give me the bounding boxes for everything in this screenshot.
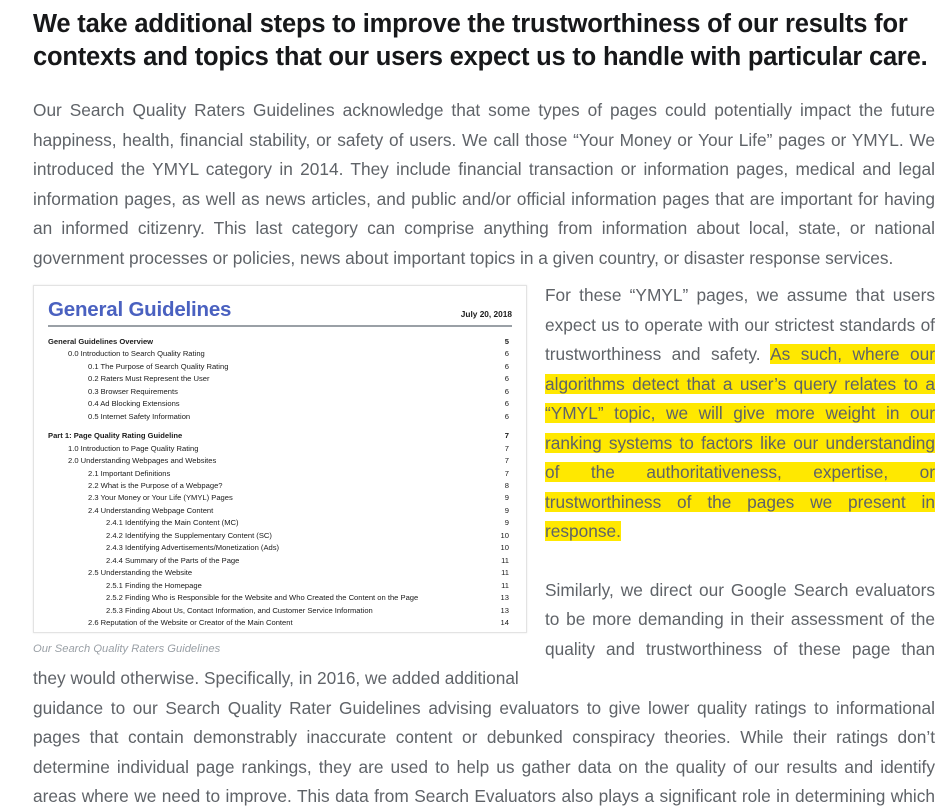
toc-entry-page: 7 — [504, 456, 509, 466]
document-title: General Guidelines — [48, 298, 232, 321]
toc-entry-label: 0.2 Raters Must Represent the User — [88, 374, 210, 384]
toc-entry-label: 2.4 Understanding Webpage Content — [88, 505, 214, 515]
toc-entry-page: 13 — [500, 605, 509, 615]
toc-entry-page: 6 — [504, 374, 509, 384]
document-header: General Guidelines July 20, 2018 — [48, 298, 512, 327]
toc-row: 0.5 Internet Safety Information 6 — [48, 411, 512, 423]
toc-entry-page: 10 — [500, 530, 509, 540]
toc-entry-page: 7 — [504, 443, 509, 453]
toc-entry-page: 6 — [504, 399, 509, 409]
toc-row: 2.0 Understanding Webpages and Websites 7 — [48, 455, 512, 467]
toc-row: Part 1: Page Quality Rating Guideline 7 — [48, 430, 512, 442]
toc-entry-page: 9 — [504, 518, 509, 528]
toc-entry-label: 2.5.3 Finding About Us, Contact Informat… — [106, 605, 373, 615]
toc-row: 0.0 Introduction to Search Quality Ratin… — [48, 348, 512, 360]
toc-row: 0.4 Ad Blocking Extensions 6 — [48, 398, 512, 410]
toc-row: 2.2 What is the Purpose of a Webpage? 8 — [48, 480, 512, 492]
toc-entry-label: 0.0 Introduction to Search Quality Ratin… — [68, 349, 205, 359]
toc-row: 2.6 Reputation of the Website or Creator… — [48, 617, 512, 629]
toc-entry-page: 8 — [504, 480, 509, 490]
toc-entry-page: 11 — [501, 580, 509, 590]
toc-entry-page: 6 — [504, 361, 509, 371]
toc-row: 0.1 The Purpose of Search Quality Rating… — [48, 361, 512, 373]
toc-entry-label: 1.0 Introduction to Page Quality Rating — [68, 443, 199, 453]
toc-row: General Guidelines Overview 5 — [48, 336, 512, 348]
toc-entry-page: 9 — [504, 493, 509, 503]
toc-entry-label: 2.3 Your Money or Your Life (YMYL) Pages — [88, 493, 233, 503]
toc-entry-label: 2.6 Reputation of the Website or Creator… — [88, 617, 293, 627]
toc-entry-page: 13 — [500, 593, 509, 603]
toc-entry-page: 7 — [504, 431, 509, 441]
toc-entry-page: 11 — [501, 568, 509, 578]
toc-row: 2.4.1 Identifying the Main Content (MC) 9 — [48, 517, 512, 529]
article-page: We take additional steps to improve the … — [0, 0, 949, 810]
toc-row: 2.5 Understanding the Website 11 — [48, 567, 512, 579]
toc-entry-label: 2.4.3 Identifying Advertisements/Monetiz… — [106, 543, 280, 553]
article-container: We take additional steps to improve the … — [33, 8, 935, 810]
figure-caption: Our Search Quality Raters Guidelines — [33, 643, 221, 655]
toc-entry-page: 14 — [500, 617, 509, 627]
toc-row: 2.4.2 Identifying the Supplementary Cont… — [48, 530, 512, 542]
toc-entry-label: 2.1 Important Definitions — [88, 468, 171, 478]
toc-row: 2.5.3 Finding About Us, Contact Informat… — [48, 605, 512, 617]
toc-entry-label: 0.4 Ad Blocking Extensions — [88, 399, 180, 409]
toc-entry-page: 6 — [504, 411, 509, 421]
toc-entry-label: 2.4.4 Summary of the Parts of the Page — [106, 555, 240, 565]
toc-entry-page: 7 — [504, 468, 509, 478]
page-title: We take additional steps to improve the … — [33, 10, 928, 71]
guidelines-figure: General Guidelines July 20, 2018 General… — [33, 285, 527, 657]
closing-paragraph: guidance to our Search Quality Rater Gui… — [33, 697, 935, 807]
toc-row: 2.3 Your Money or Your Life (YMYL) Pages… — [48, 492, 512, 504]
table-of-contents: General Guidelines Overview 5 0.0 Introduc… — [48, 336, 512, 629]
toc-entry-label: 2.5 Understanding the Website — [88, 568, 193, 578]
toc-entry-label: 2.4.2 Identifying the Supplementary Cont… — [106, 530, 272, 540]
toc-entry-page: 10 — [500, 543, 509, 553]
toc-entry-label: 2.0 Understanding Webpages and Websites — [68, 456, 217, 466]
highlighted-passage: As such, where our algorithms detect tha… — [545, 344, 935, 541]
toc-entry-label: 0.1 The Purpose of Search Quality Rating — [88, 361, 229, 371]
toc-entry-page: 5 — [504, 337, 509, 346]
intro-paragraph: Our Search Quality Raters Guidelines ack… — [33, 100, 935, 268]
toc-entry-label: Part 1: Page Quality Rating Guideline — [48, 431, 183, 441]
guidelines-screenshot: General Guidelines July 20, 2018 General… — [33, 285, 527, 633]
toc-entry-label: 2.4.1 Identifying the Main Content (MC) — [106, 518, 239, 528]
toc-row: 1.0 Introduction to Page Quality Rating 7 — [48, 443, 512, 455]
toc-entry-page: 11 — [501, 555, 509, 565]
toc-row: 0.3 Browser Requirements 6 — [48, 386, 512, 398]
toc-entry-page: 6 — [504, 349, 509, 359]
toc-entry-page: 6 — [504, 386, 509, 396]
toc-entry-label: 2.2 What is the Purpose of a Webpage? — [88, 480, 223, 490]
toc-entry-page: 9 — [504, 505, 509, 515]
toc-spacer — [48, 423, 512, 430]
toc-row: 2.4 Understanding Webpage Content 9 — [48, 505, 512, 517]
toc-row: 2.4.3 Identifying Advertisements/Monetiz… — [48, 542, 512, 554]
toc-entry-label: 2.5.2 Finding Who is Responsible for the… — [106, 593, 419, 603]
toc-entry-label: 0.5 Internet Safety Information — [88, 411, 191, 421]
toc-row: 2.5.1 Finding the Homepage 11 — [48, 580, 512, 592]
toc-entry-label: 2.5.1 Finding the Homepage — [106, 580, 202, 590]
toc-entry-label: 0.3 Browser Requirements — [88, 386, 178, 396]
toc-row: 0.2 Raters Must Represent the User 6 — [48, 373, 512, 385]
document-date: July 20, 2018 — [460, 309, 512, 319]
toc-entry-label: General Guidelines Overview — [48, 337, 154, 346]
toc-row: 2.5.2 Finding Who is Responsible for the… — [48, 592, 512, 604]
toc-row: 2.4.4 Summary of the Parts of the Page 11 — [48, 555, 512, 567]
toc-row: 2.1 Important Definitions 7 — [48, 468, 512, 480]
